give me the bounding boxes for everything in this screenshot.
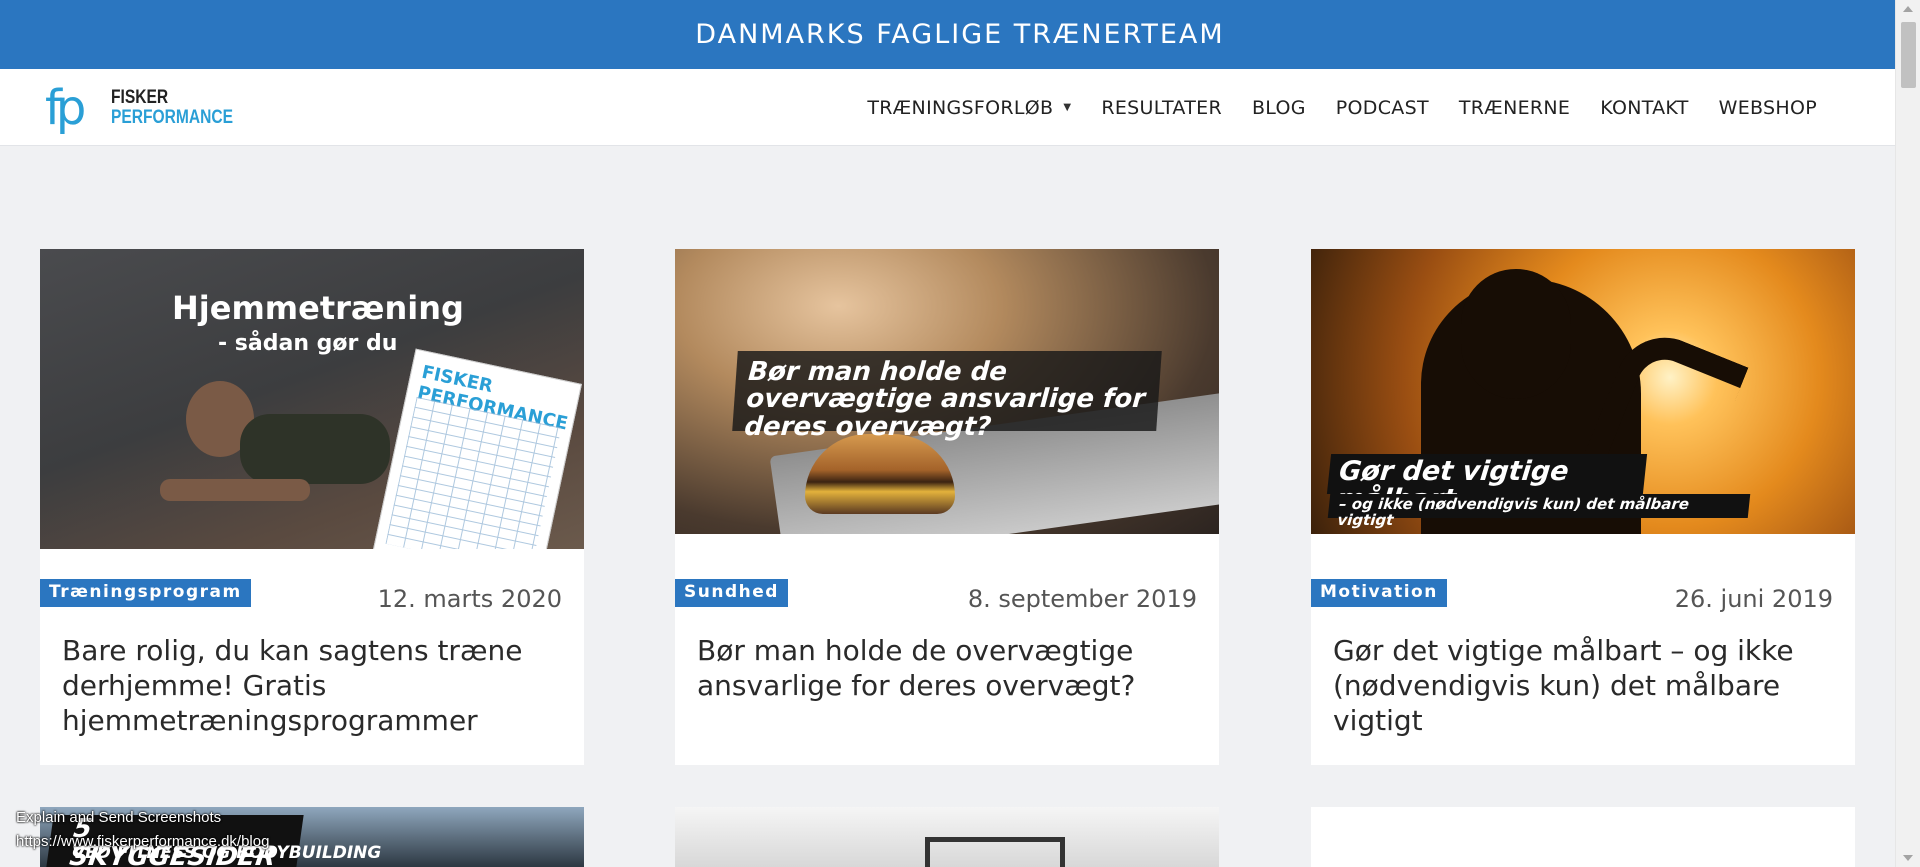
image-headline: Gør det vigtige målbart bbox=[1326, 454, 1648, 515]
nav-item-podcast[interactable]: PODCAST bbox=[1336, 97, 1429, 119]
post-date: 12. marts 2020 bbox=[377, 585, 562, 613]
logo-line-1: FISKER bbox=[111, 87, 169, 108]
nav-item-traenerne[interactable]: TRÆNERNE bbox=[1459, 97, 1570, 119]
image-headline: Hjemmetræning bbox=[172, 289, 464, 327]
status-url: https://www.fiskerperformance.dk/blog bbox=[16, 833, 270, 850]
category-badge[interactable]: Træningsprogram bbox=[40, 579, 251, 607]
post-card[interactable] bbox=[1311, 807, 1855, 867]
post-card[interactable]: Bør man holde de overvægtige ansvarlige … bbox=[675, 249, 1219, 765]
post-title[interactable]: Gør det vigtige målbart – og ikke (nødve… bbox=[1333, 633, 1833, 738]
top-banner-text: DANMARKS FAGLIGE TRÆNERTEAM bbox=[695, 19, 1225, 50]
post-card[interactable] bbox=[675, 807, 1219, 867]
nav-item-label: TRÆNERNE bbox=[1458, 96, 1571, 119]
person-pushup-graphic bbox=[100, 359, 400, 529]
nav-item-resultater[interactable]: RESULTATER bbox=[1101, 97, 1222, 119]
post-image[interactable]: Hjemmetræning - sådan gør du FISKER PERF… bbox=[40, 249, 584, 549]
top-banner: DANMARKS FAGLIGE TRÆNERTEAM bbox=[0, 0, 1920, 69]
category-badge[interactable]: Motivation bbox=[1311, 579, 1447, 607]
nav-item-kontakt[interactable]: KONTAKT bbox=[1600, 97, 1688, 119]
main-nav: TRÆNINGSFORLØB ▼ RESULTATER BLOG PODCAST… bbox=[837, 69, 1817, 146]
nav-item-label: WEBSHOP bbox=[1718, 96, 1817, 119]
program-sheet-graphic: FISKER PERFORMANCE bbox=[372, 348, 582, 549]
nav-item-traeningsforloeb[interactable]: TRÆNINGSFORLØB ▼ bbox=[867, 97, 1071, 119]
status-line-1: Explain and Send Screenshots bbox=[16, 809, 222, 826]
post-title[interactable]: Bør man holde de overvægtige ansvarlige … bbox=[697, 633, 1197, 703]
nav-item-label: BLOG bbox=[1251, 96, 1306, 119]
logo-mark: fp bbox=[45, 80, 86, 136]
post-image[interactable]: Gør det vigtige målbart – og ikke (nødve… bbox=[1311, 249, 1855, 534]
site-logo[interactable]: fp FISKER PERFORMANCE bbox=[45, 80, 235, 136]
nav-item-blog[interactable]: BLOG bbox=[1252, 97, 1306, 119]
image-headline: Bør man holde de overvægtige ansvarlige … bbox=[732, 351, 1162, 442]
scroll-down-icon[interactable] bbox=[1903, 855, 1913, 861]
building-graphic bbox=[925, 837, 1065, 867]
post-date: 26. juni 2019 bbox=[1674, 585, 1833, 613]
image-subheadline: - sådan gør du bbox=[218, 331, 398, 356]
post-card[interactable]: Gør det vigtige målbart – og ikke (nødve… bbox=[1311, 249, 1855, 765]
status-overlay: Explain and Send Screenshots https://www… bbox=[16, 806, 269, 854]
nav-item-webshop[interactable]: WEBSHOP bbox=[1719, 97, 1817, 119]
scroll-up-icon[interactable] bbox=[1903, 6, 1913, 12]
logo-line-2: PERFORMANCE bbox=[111, 107, 234, 128]
post-image[interactable]: Bør man holde de overvægtige ansvarlige … bbox=[675, 249, 1219, 534]
post-title[interactable]: Bare rolig, du kan sagtens træne derhjem… bbox=[62, 633, 562, 738]
post-date: 8. september 2019 bbox=[967, 585, 1197, 613]
nav-item-label: KONTAKT bbox=[1600, 96, 1689, 119]
caret-down-icon: ▼ bbox=[1063, 102, 1072, 113]
site-header: fp FISKER PERFORMANCE TRÆNINGSFORLØB ▼ R… bbox=[0, 69, 1895, 146]
nav-item-label: RESULTATER bbox=[1101, 96, 1222, 119]
nav-item-label: TRÆNINGSFORLØB bbox=[867, 96, 1054, 119]
image-subheadline: – og ikke (nødvendigvis kun) det målbare… bbox=[1327, 494, 1751, 529]
page-scrollbar[interactable] bbox=[1895, 0, 1920, 867]
scrollbar-thumb[interactable] bbox=[1901, 22, 1916, 88]
post-card[interactable]: Hjemmetræning - sådan gør du FISKER PERF… bbox=[40, 249, 584, 765]
category-badge[interactable]: Sundhed bbox=[675, 579, 788, 607]
silhouette-head bbox=[1461, 269, 1571, 399]
nav-item-label: PODCAST bbox=[1335, 96, 1429, 119]
